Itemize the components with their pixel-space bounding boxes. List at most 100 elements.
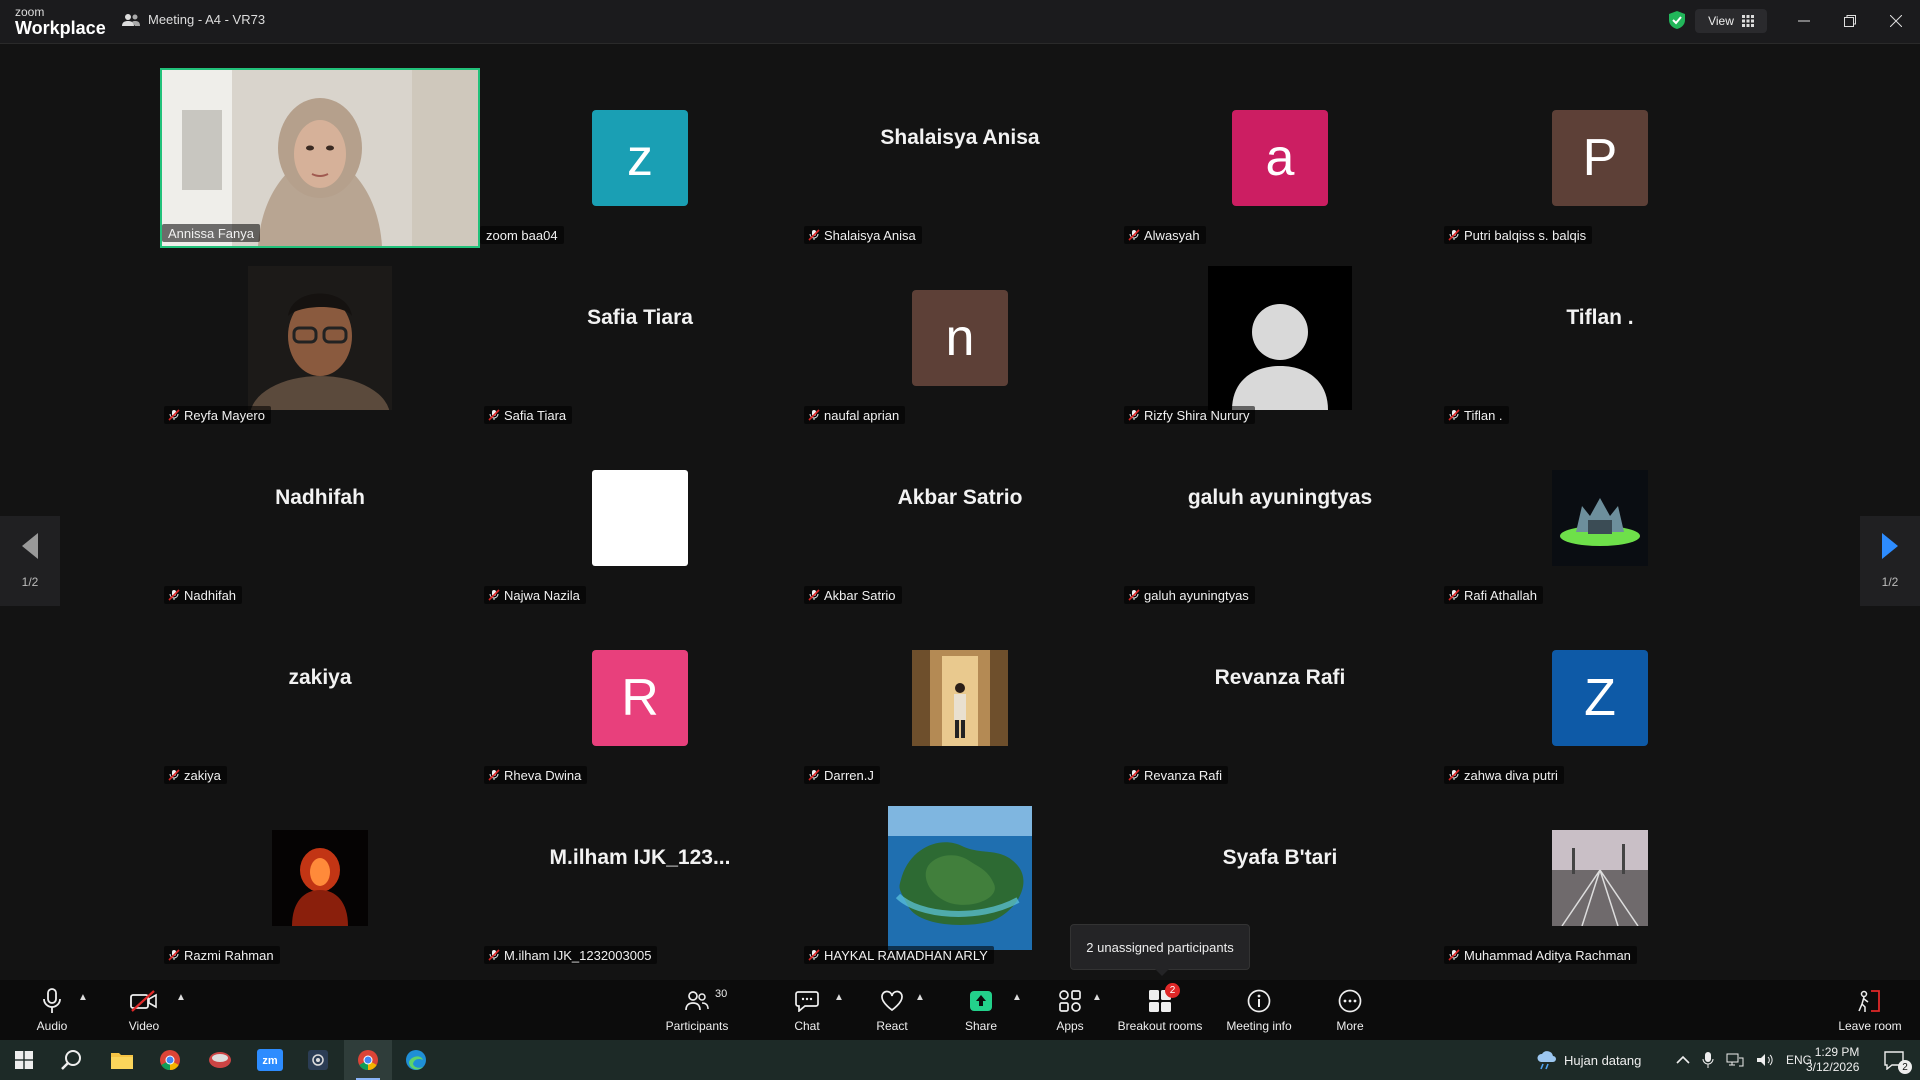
participant-name: HAYKAL RAMADHAN ARLY: [824, 947, 988, 963]
participant-tile[interactable]: Rafi Athallah: [1440, 428, 1760, 608]
share-options-caret[interactable]: ▲: [1012, 992, 1022, 1003]
participant-tile[interactable]: galuh ayuningtyas galuh ayuningtyas: [1120, 428, 1440, 608]
participant-photo: [1552, 470, 1648, 566]
participant-name-label: Muhammad Aditya Rachman: [1444, 946, 1637, 964]
participant-tile[interactable]: R Rheva Dwina: [480, 608, 800, 788]
participant-name-label: Putri balqiss s. balqis: [1444, 226, 1593, 244]
participant-tile[interactable]: zakiya zakiya: [160, 608, 480, 788]
react-button[interactable]: React: [874, 980, 910, 1040]
unassigned-participants-tooltip: 2 unassigned participants: [1070, 924, 1250, 976]
previous-page-button[interactable]: 1/2: [0, 516, 60, 606]
participant-tile[interactable]: Akbar Satrio Akbar Satrio: [800, 428, 1120, 608]
participant-name: Rheva Dwina: [504, 767, 582, 783]
more-button[interactable]: More: [1332, 980, 1368, 1040]
participant-name-label: Rizfy Shira Nurury: [1124, 406, 1256, 424]
taskbar-chrome-profile[interactable]: [344, 1040, 392, 1080]
participant-name-label: Najwa Nazila: [484, 586, 586, 604]
participant-name-label: Tiflan .: [1444, 406, 1509, 424]
participant-name: Razmi Rahman: [184, 947, 274, 963]
muted-mic-icon: [1448, 949, 1460, 961]
participant-tile[interactable]: P Putri balqiss s. balqis: [1440, 68, 1760, 248]
participant-tile[interactable]: Muhammad Aditya Rachman: [1440, 788, 1760, 968]
participant-name: Reyfa Mayero: [184, 407, 265, 423]
participant-tile[interactable]: Shalaisya Anisa Shalaisya Anisa: [800, 68, 1120, 248]
clock-time: 1:29 PM: [1814, 1045, 1860, 1059]
participant-tile[interactable]: Najwa Nazila: [480, 428, 800, 608]
tray-microphone-icon[interactable]: [1702, 1052, 1714, 1068]
muted-mic-icon: [808, 409, 820, 421]
participant-tile[interactable]: Safia Tiara Safia Tiara: [480, 248, 800, 428]
meeting-title-area[interactable]: Meeting - A4 - VR73: [122, 12, 265, 27]
notification-count: 2: [1898, 1060, 1912, 1074]
participant-name-label: Revanza Rafi: [1124, 766, 1229, 784]
video-button[interactable]: Video: [124, 980, 164, 1040]
taskbar-camera-app[interactable]: [294, 1040, 342, 1080]
participant-tile[interactable]: z zoom baa04: [480, 68, 800, 248]
share-button[interactable]: Share: [964, 980, 998, 1040]
participant-tile[interactable]: a Alwasyah: [1120, 68, 1440, 248]
participant-tile[interactable]: Zzahwa diva putri: [1440, 608, 1760, 788]
participant-name-label: naufal aprian: [804, 406, 906, 424]
apps-options-caret[interactable]: ▲: [1092, 992, 1102, 1003]
heart-icon: [881, 990, 903, 1012]
audio-options-caret[interactable]: ▲: [78, 992, 88, 1003]
minimize-button[interactable]: [1786, 8, 1822, 34]
participant-name: Akbar Satrio: [824, 587, 896, 603]
react-options-caret[interactable]: ▲: [915, 992, 925, 1003]
avatar: [272, 830, 368, 926]
taskbar-zoom[interactable]: zm: [246, 1040, 294, 1080]
next-page-button[interactable]: 1/2: [1860, 516, 1920, 606]
restore-button[interactable]: [1832, 8, 1868, 34]
participant-tile[interactable]: Nadhifah Nadhifah: [160, 428, 480, 608]
participant-tile[interactable]: M.ilham IJK_123... M.ilham IJK_1232003005: [480, 788, 800, 968]
view-button[interactable]: View: [1695, 9, 1767, 33]
security-shield-icon[interactable]: [1668, 10, 1686, 30]
network-icon[interactable]: [1726, 1053, 1744, 1067]
muted-mic-icon: [488, 949, 500, 961]
muted-mic-icon: [1128, 409, 1140, 421]
apps-button[interactable]: Apps: [1054, 980, 1086, 1040]
participant-tile[interactable]: n naufal aprian: [800, 248, 1120, 428]
taskbar-app-3[interactable]: [196, 1040, 244, 1080]
chat-button[interactable]: Chat: [790, 980, 824, 1040]
participant-tile[interactable]: Tiflan . Tiflan .: [1440, 248, 1760, 428]
start-button[interactable]: [0, 1040, 48, 1080]
volume-icon[interactable]: [1756, 1053, 1774, 1067]
chat-options-caret[interactable]: ▲: [834, 992, 844, 1003]
search-button[interactable]: [48, 1040, 96, 1080]
video-options-caret[interactable]: ▲: [176, 992, 186, 1003]
participants-button[interactable]: 30 Participants: [660, 980, 734, 1040]
taskbar-file-explorer[interactable]: [98, 1040, 146, 1080]
participant-name: Tiflan .: [1464, 407, 1503, 423]
participant-name-label: Alwasyah: [1124, 226, 1206, 244]
muted-mic-icon: [1448, 229, 1460, 241]
participant-tile[interactable]: Rizfy Shira Nurury: [1120, 248, 1440, 428]
participant-display-name: galuh ayuningtyas: [1187, 486, 1373, 509]
participant-tile[interactable]: Darren.J: [800, 608, 1120, 788]
participant-tile[interactable]: Reyfa Mayero: [160, 248, 480, 428]
taskbar-chrome[interactable]: [146, 1040, 194, 1080]
muted-mic-icon: [168, 589, 180, 601]
avatar: n: [912, 290, 1008, 386]
chevron-up-icon[interactable]: [1676, 1055, 1690, 1065]
edge-icon: [406, 1050, 426, 1070]
breakout-rooms-button[interactable]: 2 Breakout rooms: [1116, 980, 1204, 1040]
meeting-info-button[interactable]: Meeting info: [1223, 980, 1295, 1040]
participant-display-name: M.ilham IJK_123...: [549, 846, 731, 869]
muted-mic-icon: [488, 589, 500, 601]
leave-room-button[interactable]: Leave room: [1838, 980, 1902, 1040]
meeting-toolbar: Audio ▲ Video ▲ 30 Participants Chat ▲ R…: [0, 980, 1920, 1040]
participant-tile[interactable]: Revanza Rafi Revanza Rafi: [1120, 608, 1440, 788]
minimize-icon: [1798, 20, 1810, 22]
close-button[interactable]: [1878, 8, 1914, 34]
notification-center-button[interactable]: 2: [1876, 1040, 1912, 1080]
audio-button[interactable]: Audio: [32, 980, 72, 1040]
clock[interactable]: 1:29 PM 3/12/2026: [1806, 1040, 1859, 1080]
system-tray: ENG: [1676, 1040, 1812, 1080]
muted-mic-icon: [808, 949, 820, 961]
taskbar-edge[interactable]: [392, 1040, 440, 1080]
participant-display-name: Revanza Rafi: [1214, 666, 1346, 689]
participant-tile[interactable]: Razmi Rahman: [160, 788, 480, 968]
participant-tile[interactable]: Annissa Fanya: [160, 68, 480, 248]
weather-widget[interactable]: Hujan datang: [1536, 1040, 1641, 1080]
